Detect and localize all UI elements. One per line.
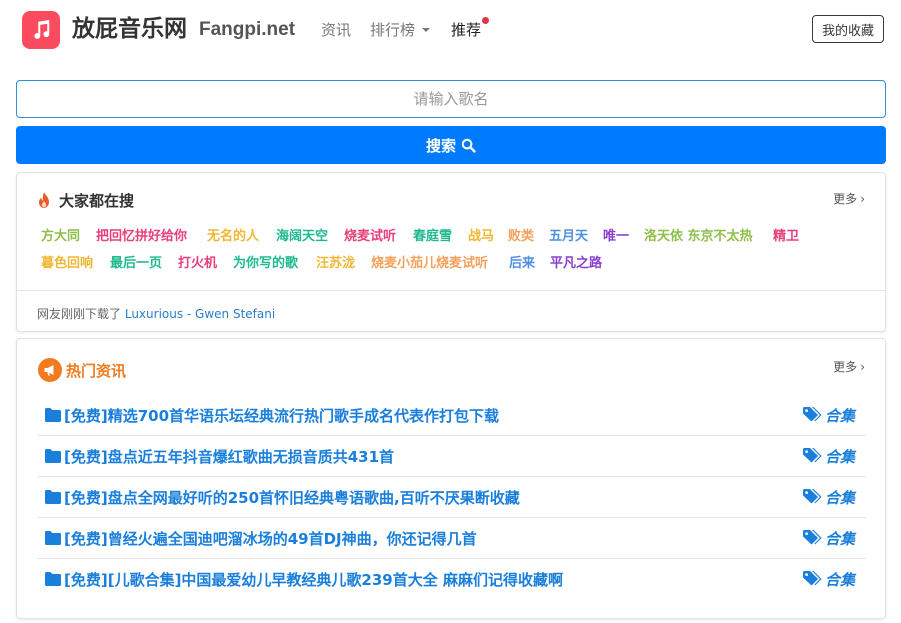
news-item-category[interactable]: 合集 [825,446,855,467]
search-button-label: 搜索 [425,136,456,155]
news-more-label: 更多 [833,360,858,374]
news-item-title[interactable]: [免费][儿歌合集]中国最爱幼儿早教经典儿歌239首大全 麻麻们记得收藏啊 [64,569,563,590]
search-tag[interactable]: 烧麦小茄儿烧麦试听 [371,252,488,271]
nav-news-label: 资讯 [321,21,352,39]
search-tag[interactable]: 把回忆拼好给你 [96,225,187,244]
trending-more-link[interactable]: 更多 › [833,190,865,207]
tags-icon [803,571,822,586]
recent-download-text: 网友刚刚下载了 Luxurious - Gwen Stefani [37,305,275,322]
news-item[interactable]: [免费]盘点近五年抖音爆红歌曲无损音质共431首 合集 [37,436,866,477]
search-button[interactable]: 搜索 [16,126,886,164]
divider [17,290,885,291]
site-name[interactable]: 放屁音乐网 [72,13,187,45]
search-tag[interactable]: 为你写的歌 [233,252,298,271]
recent-download-song-link[interactable]: Luxurious - Gwen Stefani [125,307,275,321]
search-tag[interactable]: 五月天 [549,225,588,244]
search-tag[interactable]: 春庭雪 [413,225,452,244]
notification-dot [482,17,489,24]
search-tag[interactable]: 最后一页 [110,252,162,271]
folder-icon [45,572,61,586]
news-item-title[interactable]: [免费]曾经火遍全国迪吧溜冰场的49首DJ神曲，你还记得几首 [64,528,477,549]
nav-recommend-label: 推荐 [451,21,482,39]
trending-more-label: 更多 [833,192,858,206]
news-item-title[interactable]: [免费]盘点全网最好听的250首怀旧经典粤语歌曲,百听不厌果断收藏 [64,487,520,508]
search-tag[interactable]: 暮色回响 [41,252,93,271]
news-item-category[interactable]: 合集 [825,487,855,508]
folder-icon [45,490,61,504]
search-icon [461,138,476,153]
search-tag[interactable]: 烧麦试听 [344,225,396,244]
megaphone-icon [38,358,62,382]
news-item[interactable]: [免费][儿歌合集]中国最爱幼儿早教经典儿歌239首大全 麻麻们记得收藏啊 合集 [37,559,866,600]
tags-icon [803,407,822,422]
news-more-link[interactable]: 更多 › [833,358,865,375]
search-tag[interactable]: 洛天依 东京不太热 [644,225,753,244]
tags-icon [803,530,822,545]
folder-icon [45,408,61,422]
site-domain[interactable]: Fangpi.net [199,16,295,44]
hot-news-title: 热门资讯 [66,362,127,380]
news-item-category[interactable]: 合集 [825,528,855,549]
trending-searches-card: 大家都在搜 更多 › 方大同 把回忆拼好给你 无名的人 海阔天空 烧麦试听 春庭雪… [16,172,886,332]
search-tag[interactable]: 败类 [508,225,534,244]
chevron-right-icon: › [860,192,865,206]
nav-news[interactable]: 资讯 [321,19,351,41]
search-tag[interactable]: 唯一 [603,225,629,244]
news-item-category[interactable]: 合集 [825,405,855,426]
news-item-title[interactable]: [免费]盘点近五年抖音爆红歌曲无损音质共431首 [64,446,394,467]
folder-icon [45,531,61,545]
search-tag[interactable]: 精卫 [773,225,799,244]
search-tag[interactable]: 海阔天空 [276,225,328,244]
song-search-input[interactable] [16,80,886,118]
news-item-title[interactable]: [免费]精选700首华语乐坛经典流行热门歌手成名代表作打包下载 [64,405,499,426]
search-tag[interactable]: 无名的人 [207,225,259,244]
nav-charts-label: 排行榜 [370,21,416,39]
search-tag[interactable]: 打火机 [178,252,217,271]
flame-icon [39,192,49,208]
search-tag[interactable]: 后来 [509,252,535,271]
news-item-category[interactable]: 合集 [825,569,855,590]
nav-charts-dropdown[interactable]: 排行榜 [370,19,431,41]
my-favorites-button[interactable]: 我的收藏 [812,15,884,43]
caret-down-icon [422,28,431,32]
tags-icon [803,489,822,504]
search-tag[interactable]: 汪苏泷 [316,252,355,271]
site-header: 放屁音乐网 Fangpi.net 资讯 排行榜 推荐 我的收藏 [0,0,901,62]
folder-icon [45,449,61,463]
news-item[interactable]: [免费]曾经火遍全国迪吧溜冰场的49首DJ神曲，你还记得几首 合集 [37,518,866,559]
trending-title: 大家都在搜 [59,192,135,210]
search-tag[interactable]: 平凡之路 [550,252,602,271]
music-note-icon[interactable] [22,11,60,49]
nav-recommend[interactable]: 推荐 [451,19,481,41]
chevron-right-icon: › [860,360,865,374]
news-item[interactable]: [免费]精选700首华语乐坛经典流行热门歌手成名代表作打包下载 合集 [37,395,866,436]
news-item[interactable]: [免费]盘点全网最好听的250首怀旧经典粤语歌曲,百听不厌果断收藏 合集 [37,477,866,518]
recent-download-prefix: 网友刚刚下载了 [37,307,122,321]
search-tag[interactable]: 方大同 [41,225,80,244]
search-tag[interactable]: 战马 [468,225,494,244]
hot-news-card: 热门资讯 更多 › [免费]精选700首华语乐坛经典流行热门歌手成名代表作打包下载… [16,338,886,619]
tags-icon [803,448,822,463]
